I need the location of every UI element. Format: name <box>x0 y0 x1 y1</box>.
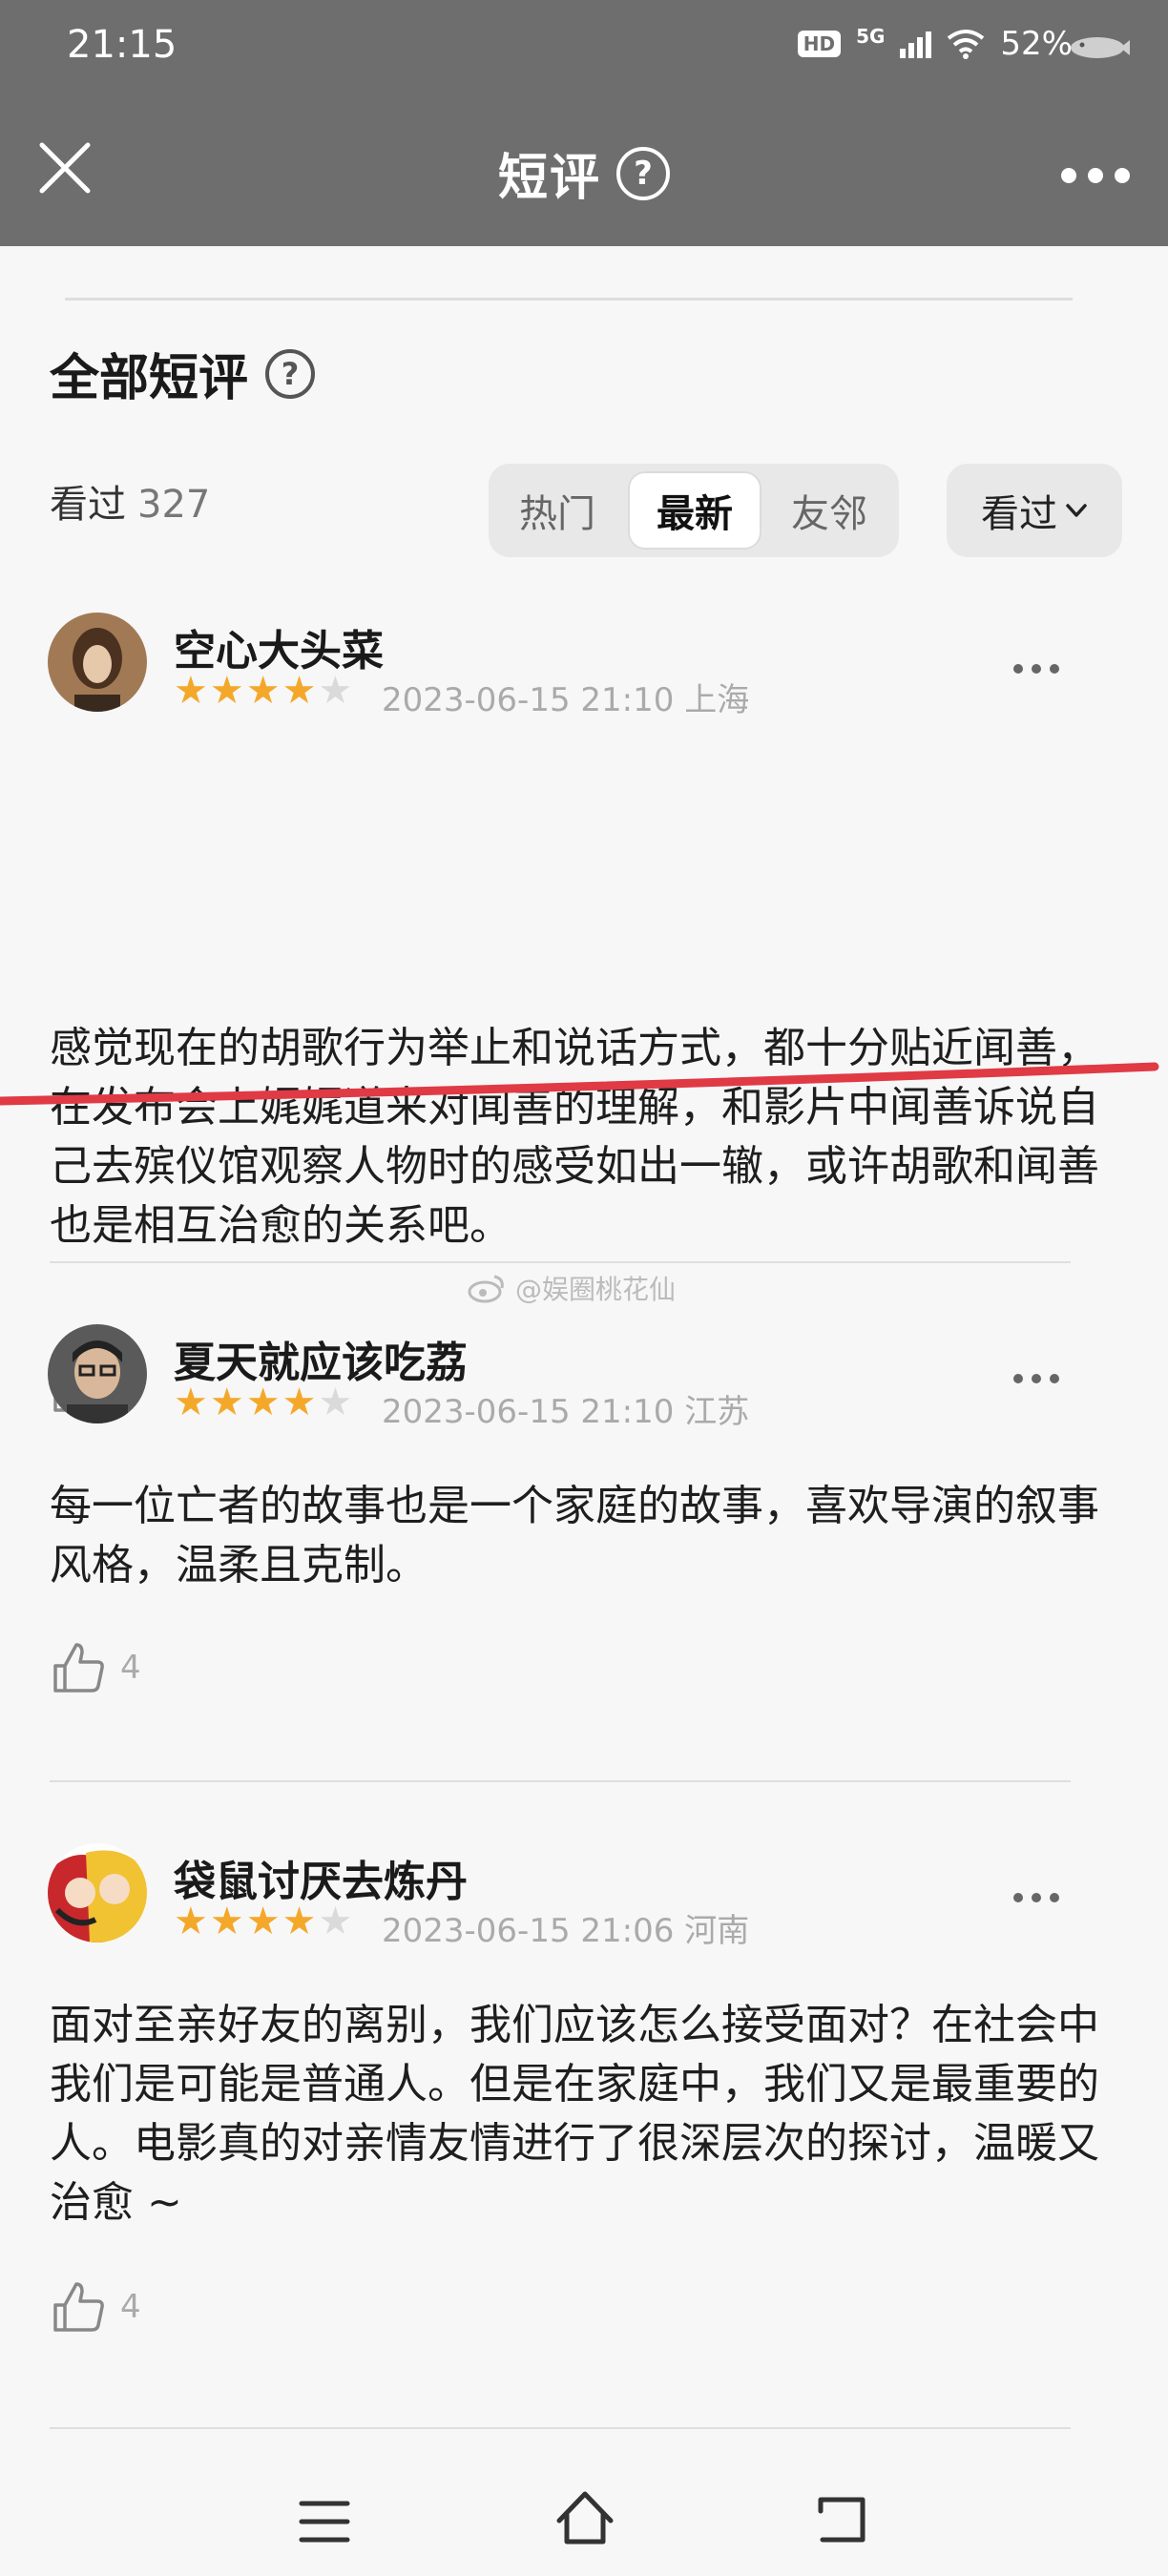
divider <box>50 1780 1071 1782</box>
review-meta: 2023-06-15 21:06 河南 <box>382 1904 749 1951</box>
nav-title-group: 短评 ? <box>0 137 1168 209</box>
watched-label: 看过 <box>50 483 126 527</box>
divider <box>65 298 1073 301</box>
back-icon[interactable] <box>813 2490 870 2547</box>
star-icon: ★ <box>282 1381 317 1424</box>
star-icon: ★ <box>174 1900 208 1943</box>
chevron-down-icon <box>1066 504 1087 517</box>
tab-latest[interactable]: 最新 <box>628 471 761 550</box>
review-location: 江苏 <box>684 1393 750 1431</box>
star-icon: ★ <box>245 1381 281 1424</box>
star-empty-icon: ★ <box>318 1900 353 1943</box>
review-location: 上海 <box>684 681 750 719</box>
review-location: 河南 <box>684 1912 750 1950</box>
more-options-icon[interactable] <box>1061 168 1130 183</box>
signal-icon <box>900 30 932 58</box>
review-time: 2023-06-15 21:10 <box>382 681 675 719</box>
rating-stars: ★ ★ ★ ★ ★ <box>174 672 352 710</box>
thumbs-up-icon <box>53 2282 104 2332</box>
star-icon: ★ <box>209 1900 244 1943</box>
filter-label: 看过 <box>981 492 1057 536</box>
watermark-text: @娱圈桃花仙 <box>515 1274 677 1305</box>
rating-stars: ★ ★ ★ ★ ★ <box>174 1902 352 1941</box>
divider <box>50 1261 1071 1263</box>
divider <box>50 2427 1071 2429</box>
avatar[interactable] <box>48 613 147 712</box>
star-icon: ★ <box>245 1900 281 1943</box>
more-icon[interactable] <box>1013 1374 1059 1383</box>
wifi-icon <box>948 30 985 59</box>
review-meta: 2023-06-15 21:10 上海 <box>382 674 749 720</box>
review-text: 感觉现在的胡歌行为举止和说话方式，都十分贴近闻善，在发布会上娓娓道来对闻善的理解… <box>50 1024 1099 1250</box>
like-count: 4 <box>120 2288 141 2326</box>
sort-tabs: 热门 最新 友邻 <box>489 464 899 557</box>
star-icon: ★ <box>209 1381 244 1424</box>
star-icon: ★ <box>209 669 244 713</box>
hd-icon: HD <box>797 31 842 57</box>
avatar[interactable] <box>48 1324 147 1423</box>
tab-hot[interactable]: 热门 <box>500 471 615 550</box>
star-icon: ★ <box>174 1381 208 1424</box>
more-icon[interactable] <box>1013 1893 1059 1902</box>
status-icons: HD 5G 52% <box>797 25 1073 63</box>
weibo-icon <box>468 1275 504 1303</box>
nav-bar: 短评 ? <box>0 95 1168 246</box>
status-bar: 21:15 HD 5G 52% <box>0 0 1168 95</box>
star-icon: ★ <box>282 1900 317 1943</box>
rating-stars: ★ ★ ★ ★ ★ <box>174 1383 352 1422</box>
review-meta: 2023-06-15 21:10 江苏 <box>382 1385 749 1432</box>
like-button[interactable]: 4 <box>50 1639 141 1696</box>
star-icon: ★ <box>245 669 281 713</box>
status-time: 21:15 <box>67 23 177 67</box>
battery-percent: 52% <box>1000 25 1073 63</box>
watched-number: 327 <box>137 483 211 527</box>
avatar[interactable] <box>48 1843 147 1942</box>
star-icon: ★ <box>174 669 208 713</box>
like-count: 4 <box>120 1649 141 1687</box>
section-header: 全部短评 ? <box>50 338 316 409</box>
like-button[interactable]: 4 <box>50 2278 141 2336</box>
more-icon[interactable] <box>1013 664 1059 674</box>
thumbs-up-icon <box>53 1643 104 1693</box>
menu-icon[interactable] <box>298 2498 351 2545</box>
page-title: 短评 <box>497 150 601 207</box>
review-text: 每一位亡者的故事也是一个家庭的故事，喜欢导演的叙事风格，温柔且克制。 <box>50 1482 1099 1589</box>
star-empty-icon: ★ <box>318 1381 353 1424</box>
review-time: 2023-06-15 21:06 <box>382 1912 675 1950</box>
watched-count: 看过 327 <box>50 473 210 529</box>
help-icon[interactable]: ? <box>616 146 670 200</box>
system-nav-bar <box>0 2467 1168 2576</box>
red-underline-annotation <box>0 1062 1159 1106</box>
home-icon[interactable] <box>553 2486 616 2549</box>
review-time: 2023-06-15 21:10 <box>382 1393 675 1431</box>
content-area: 全部短评 ? 看过 327 热门 最新 友邻 看过 空心大头菜 ★ ★ ★ ★ ★ 202… <box>0 246 1168 2467</box>
network-type: 5G <box>856 25 886 48</box>
star-empty-icon: ★ <box>318 669 353 713</box>
section-title: 全部短评 <box>50 350 249 407</box>
filter-dropdown[interactable]: 看过 <box>947 464 1122 557</box>
tab-friends[interactable]: 友邻 <box>769 471 889 550</box>
watermark: @娱圈桃花仙 <box>468 1269 676 1307</box>
battery-icon <box>1071 37 1130 58</box>
review-text: 面对至亲好友的离别，我们应该怎么接受面对？在社会中我们是可能是普通人。但是在家庭… <box>50 2001 1099 2227</box>
section-help-icon[interactable]: ? <box>265 348 316 399</box>
star-icon: ★ <box>282 669 317 713</box>
